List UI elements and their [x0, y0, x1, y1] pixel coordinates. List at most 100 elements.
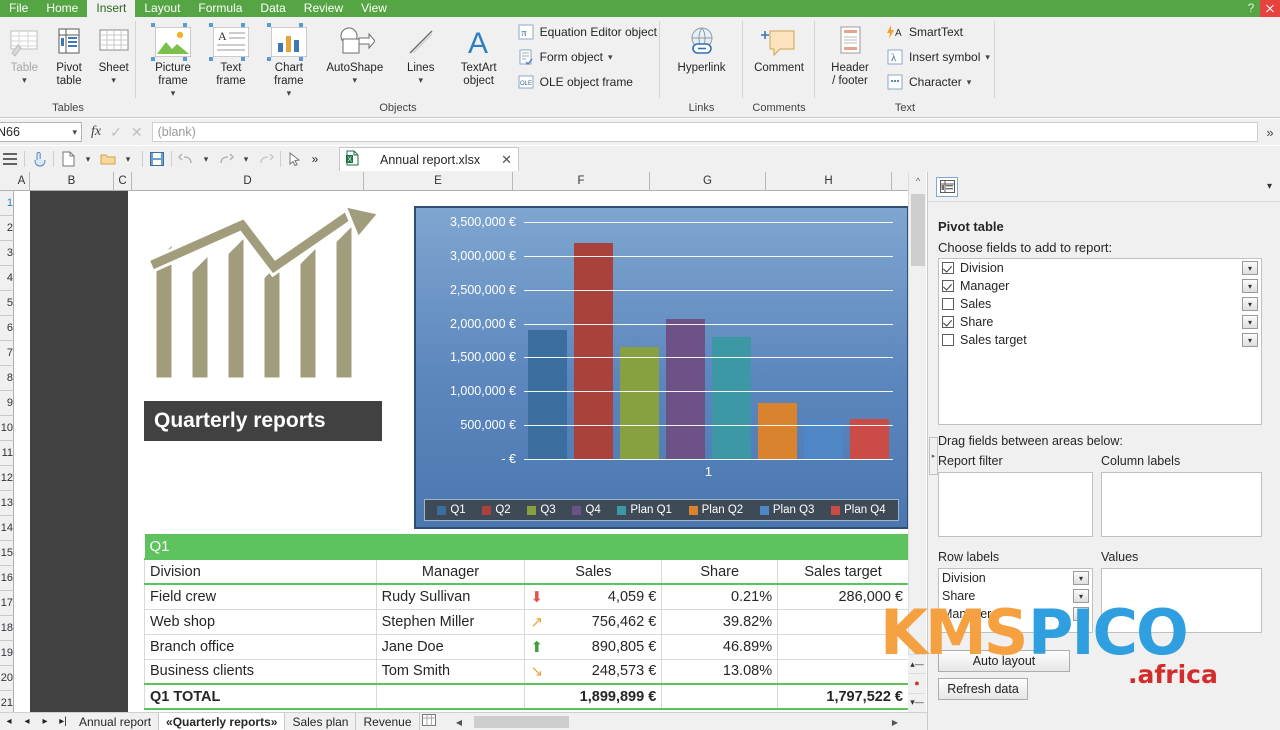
chart-bar-q2[interactable] — [573, 243, 613, 459]
close-window-button[interactable] — [1260, 0, 1280, 17]
chevron-down-icon[interactable]: ▾ — [967, 77, 972, 87]
sheet-tab-3[interactable]: Revenue — [356, 712, 420, 730]
chevron-down-icon[interactable]: ▾ — [608, 52, 613, 62]
header-footer-button[interactable]: Header / footer — [821, 17, 879, 93]
scroll-right-button[interactable]: ▶ — [888, 716, 902, 728]
sheet-tab-0[interactable]: Annual report — [72, 712, 160, 730]
equation-editor-object-item[interactable]: π Equation Editor object — [514, 19, 660, 44]
chevron-down-icon[interactable]: ▾ — [78, 149, 98, 169]
field-dropdown-icon[interactable]: ▾ — [1242, 315, 1258, 329]
row-header-11[interactable]: 11 — [0, 441, 14, 466]
chevron-down-icon[interactable]: ▾ — [72, 127, 77, 137]
refresh-data-button[interactable]: Refresh data — [938, 678, 1028, 700]
row-header-17[interactable]: 17 — [0, 591, 14, 616]
legend-item-plan-q2[interactable]: Plan Q2 — [688, 504, 743, 516]
chevron-down-icon[interactable]: ▾ — [985, 52, 990, 62]
row-header-18[interactable]: 18 — [0, 616, 14, 641]
first-sheet-button[interactable]: ◂ — [0, 716, 18, 727]
vertical-scrollbar[interactable]: ^ v — [908, 172, 926, 712]
close-icon[interactable]: ✕ — [501, 152, 512, 168]
panel-splitter-handle[interactable]: ▸ — [929, 437, 938, 475]
chevron-down-icon[interactable]: ▾ — [287, 88, 292, 98]
chart-bar-plan-q3[interactable] — [804, 421, 844, 459]
row-header-20[interactable]: 20 — [0, 666, 14, 691]
new-file-icon[interactable] — [58, 149, 78, 169]
function-wizard-button[interactable]: fx — [91, 124, 101, 140]
text-frame-button[interactable]: A Text frame — [202, 17, 260, 93]
legend-item-q3[interactable]: Q3 — [527, 504, 556, 516]
redo-icon[interactable] — [216, 149, 236, 169]
add-sheet-icon[interactable] — [420, 714, 438, 729]
ribbon-tab-review[interactable]: Review — [295, 0, 352, 17]
pivot-table-button[interactable]: Pivot table — [47, 17, 92, 93]
row-header-8[interactable]: 8 — [0, 366, 14, 391]
prev-sheet-button[interactable]: ◂ — [18, 716, 36, 727]
expand-formula-bar-button[interactable]: » — [1260, 125, 1280, 140]
hyperlink-button[interactable]: Hyperlink — [673, 17, 731, 93]
row-header-7[interactable]: 7 — [0, 341, 14, 366]
chart-bar-q1[interactable] — [527, 330, 567, 459]
vertical-scrollbar-thumb[interactable] — [911, 194, 925, 266]
name-box[interactable]: N66 ▾ — [0, 122, 82, 142]
zone-item-manager[interactable]: Manager ▾ — [939, 605, 1092, 623]
document-tab[interactable]: X Annual report.xlsx ✕ — [339, 147, 519, 171]
horizontal-scrollbar[interactable]: ◀ ▶ — [452, 716, 902, 728]
pivot-table-icon[interactable] — [936, 176, 958, 197]
chevron-down-icon[interactable]: ▾ — [22, 75, 27, 85]
chart-bar-q3[interactable] — [619, 346, 659, 459]
chevron-down-icon[interactable]: ▾ — [418, 75, 423, 85]
pivot-field-sales-target[interactable]: Sales target ▾ — [939, 331, 1261, 349]
pivot-field-list[interactable]: Division ▾ Manager ▾ Sales ▾ Share ▾ Sales targe… — [938, 258, 1262, 425]
form-object-item[interactable]: Form object ▾ — [514, 44, 660, 69]
smarttext-item[interactable]: A SmartText — [883, 19, 993, 44]
table-row[interactable]: Business clients Tom Smith ↘ 248,573 €13.08… — [144, 658, 908, 685]
pivot-field-share[interactable]: Share ▾ — [939, 313, 1261, 331]
column-header-F[interactable]: F — [513, 172, 650, 191]
pivot-field-division[interactable]: Division ▾ — [939, 259, 1261, 277]
sheet-tab-1[interactable]: «Quarterly reports» — [159, 712, 286, 730]
row-header-5[interactable]: 5 — [0, 291, 14, 316]
panel-options-caret-icon[interactable]: ▾ — [1267, 181, 1272, 192]
ole-object-frame-item[interactable]: OLE OLE object frame — [514, 69, 660, 94]
picture-frame-button[interactable]: Picture frame ▾ — [144, 17, 202, 98]
page-up-icon[interactable]: ▴— — [908, 654, 926, 673]
ribbon-tab-layout[interactable]: Layout — [135, 0, 189, 17]
sheet-button[interactable]: Sheet ▾ — [91, 17, 136, 93]
horizontal-scrollbar-thumb[interactable] — [474, 716, 569, 728]
ribbon-tab-insert[interactable]: Insert — [87, 0, 136, 17]
overflow-icon[interactable]: » — [305, 149, 325, 169]
row-header-13[interactable]: 13 — [0, 491, 14, 516]
column-header-D[interactable]: D — [132, 172, 364, 191]
touch-mode-icon[interactable] — [29, 149, 49, 169]
chevron-down-icon[interactable]: ▾ — [236, 149, 256, 169]
find-target-icon[interactable]: ● — [908, 673, 926, 692]
select-pointer-icon[interactable] — [285, 149, 305, 169]
chevron-down-icon[interactable]: ▾ — [118, 149, 138, 169]
row-header-12[interactable]: 12 — [0, 466, 14, 491]
autoshape-button[interactable]: AutoShape ▾ — [318, 17, 392, 93]
ribbon-tab-home[interactable]: Home — [37, 0, 87, 17]
chevron-down-icon[interactable]: ▾ — [171, 88, 176, 98]
legend-item-plan-q1[interactable]: Plan Q1 — [617, 504, 672, 516]
field-checkbox[interactable] — [942, 334, 954, 346]
field-checkbox[interactable] — [942, 262, 954, 274]
open-folder-icon[interactable] — [98, 149, 118, 169]
table-button[interactable]: Table ▾ — [2, 17, 47, 93]
ribbon-tab-view[interactable]: View — [352, 0, 396, 17]
chevron-down-icon[interactable]: ▾ — [353, 75, 358, 85]
repeat-icon[interactable] — [256, 149, 276, 169]
zone-item-dropdown-icon[interactable]: ▾ — [1073, 589, 1089, 603]
row-header-3[interactable]: 3 — [0, 241, 14, 266]
chevron-down-icon[interactable]: ▾ — [196, 149, 216, 169]
field-checkbox[interactable] — [942, 316, 954, 328]
table-row[interactable]: Web shop Stephen Miller ↗ 756,462 €39.82% — [144, 608, 908, 635]
row-header-15[interactable]: 15 — [0, 541, 14, 566]
legend-item-q2[interactable]: Q2 — [482, 504, 511, 516]
row-header-4[interactable]: 4 — [0, 266, 14, 291]
column-header-E[interactable]: E — [364, 172, 513, 191]
column-header-A[interactable]: A — [14, 172, 30, 191]
column-header-B[interactable]: B — [30, 172, 114, 191]
growth-bar-chart-arrow-icon[interactable] — [144, 202, 386, 417]
comment-button[interactable]: Comment — [750, 17, 808, 93]
zone-report-filter[interactable] — [938, 472, 1093, 537]
